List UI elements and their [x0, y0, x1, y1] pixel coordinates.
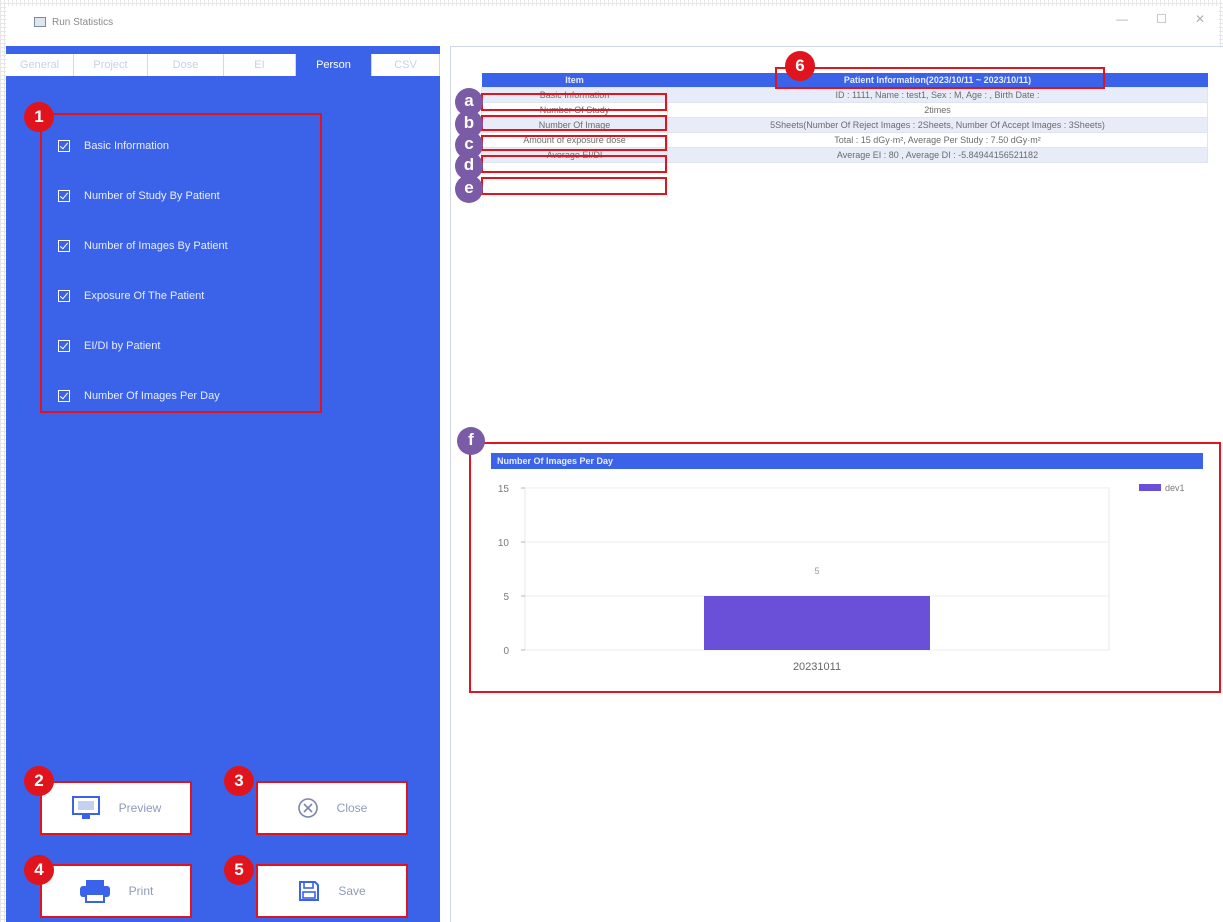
row-value: 5Sheets(Number Of Reject Images : 2Sheet… [667, 116, 1208, 133]
tab-dose[interactable]: Dose [148, 54, 224, 76]
option-images-per-day[interactable]: Number Of Images Per Day [58, 387, 220, 405]
maximize-icon[interactable]: ☐ [1156, 12, 1167, 26]
printer-icon [79, 880, 110, 903]
option-label: Number of Study By Patient [84, 190, 220, 202]
floppy-disk-icon [299, 881, 320, 901]
checkbox-checked-icon[interactable] [58, 240, 70, 252]
close-label: Close [336, 801, 368, 815]
row-value: Average EI : 80 , Average DI : -5.849441… [667, 146, 1208, 163]
tab-ei[interactable]: EI [224, 54, 296, 76]
callout-badge: e [455, 175, 483, 203]
option-label: EI/DI by Patient [84, 340, 161, 352]
y-tick-label: 15 [498, 484, 510, 495]
row-highlight [481, 155, 667, 173]
legend-label: dev1 [1165, 483, 1185, 493]
row-highlight [481, 115, 667, 131]
option-basic-information[interactable]: Basic Information [58, 137, 169, 155]
app-icon [34, 17, 46, 27]
option-label: Number of Images By Patient [84, 240, 228, 252]
row-value: Total : 15 dGy·m², Average Per Study : 7… [667, 131, 1208, 148]
y-tick-label: 5 [503, 592, 509, 603]
report-options-group: Basic Information Number of Study By Pat… [40, 113, 322, 413]
chart-title: Number Of Images Per Day [491, 453, 1203, 469]
tab-person[interactable]: Person [296, 54, 372, 76]
tab-project[interactable]: Project [74, 54, 148, 76]
header-highlight [775, 67, 1105, 89]
x-tick-label: 20231011 [793, 661, 841, 673]
preview-button[interactable]: Preview [40, 781, 192, 835]
statistics-window: Run Statistics — ☐ ✕ General Project Dos… [6, 6, 1223, 922]
row-highlight [481, 177, 667, 195]
option-label: Basic Information [84, 140, 169, 152]
callout-badge: 1 [24, 102, 54, 132]
option-number-of-study[interactable]: Number of Study By Patient [58, 187, 220, 205]
checkbox-checked-icon[interactable] [58, 190, 70, 202]
y-tick-label: 10 [498, 538, 510, 549]
legend-swatch [1139, 484, 1161, 491]
checkbox-checked-icon[interactable] [58, 390, 70, 402]
checkbox-checked-icon[interactable] [58, 340, 70, 352]
close-button[interactable]: Close [256, 781, 408, 835]
checkbox-checked-icon[interactable] [58, 140, 70, 152]
bar-chart: 0 5 10 15 5 20231011 dev1 [498, 483, 1185, 673]
close-circle-icon [297, 798, 318, 818]
row-value: ID : 1111, Name : test1, Sex : M, Age : … [667, 86, 1208, 103]
option-number-of-images[interactable]: Number of Images By Patient [58, 237, 228, 255]
save-label: Save [338, 884, 366, 898]
callout-badge: 5 [224, 855, 254, 885]
close-window-icon[interactable]: ✕ [1195, 12, 1205, 26]
row-value: 2times [667, 101, 1208, 118]
callout-badge: 3 [224, 766, 254, 796]
monitor-icon [71, 796, 100, 819]
print-button[interactable]: Print [40, 864, 192, 918]
y-tick-label: 0 [503, 646, 509, 657]
callout-badge: 6 [785, 51, 815, 81]
option-ei-di[interactable]: EI/DI by Patient [58, 337, 160, 355]
images-per-day-chart: Number Of Images Per Day 0 5 10 15 5 20231011… [469, 442, 1221, 693]
callout-badge: 2 [24, 766, 54, 796]
options-panel: General Project Dose EI Person CSV Basic… [6, 46, 440, 922]
title-bar: Run Statistics — ☐ ✕ [6, 6, 1219, 38]
minimize-icon[interactable]: — [1116, 12, 1128, 26]
option-exposure[interactable]: Exposure Of The Patient [58, 287, 204, 305]
option-label: Exposure Of The Patient [84, 290, 205, 302]
callout-badge: 4 [24, 855, 54, 885]
tab-general[interactable]: General [6, 54, 74, 76]
tab-csv[interactable]: CSV [372, 54, 440, 76]
checkbox-checked-icon[interactable] [58, 290, 70, 302]
bar [704, 596, 930, 650]
row-highlight [481, 135, 667, 151]
preview-label: Preview [118, 801, 162, 815]
window-title: Run Statistics [52, 16, 114, 28]
data-label: 5 [814, 566, 819, 576]
option-label: Number Of Images Per Day [84, 390, 220, 402]
row-highlight [481, 93, 667, 111]
tab-bar: General Project Dose EI Person CSV [6, 54, 440, 76]
callout-badge: f [457, 427, 485, 455]
report-preview: Item Patient Information(2023/10/11 ~ 20… [450, 46, 1223, 922]
column-header-item: Item [481, 73, 668, 87]
print-label: Print [128, 884, 154, 898]
save-button[interactable]: Save [256, 864, 408, 918]
